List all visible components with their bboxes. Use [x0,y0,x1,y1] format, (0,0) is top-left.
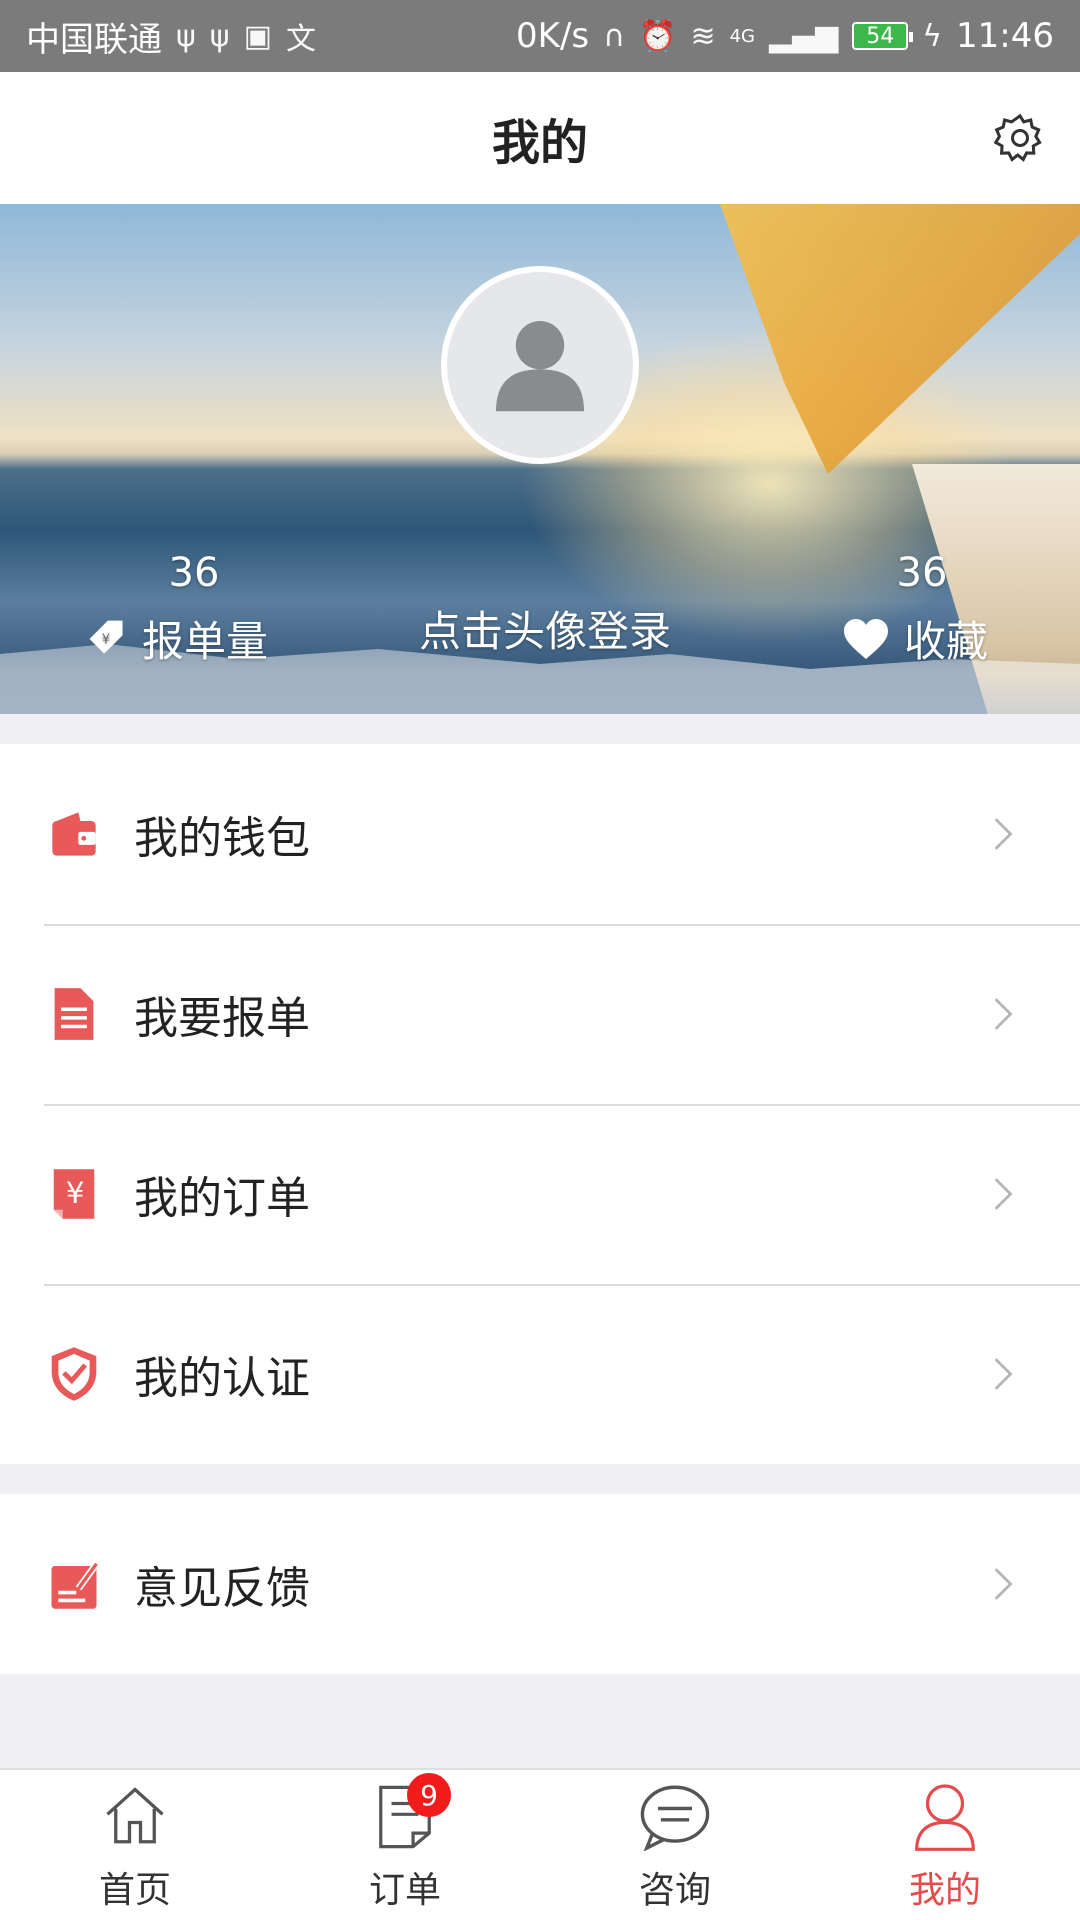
menu-item-certification[interactable]: 我的认证 [0,1284,1080,1464]
menu-item-feedback[interactable]: 意见反馈 [0,1494,1080,1674]
default-user-icon [496,321,584,412]
tab-profile[interactable]: 我的 [810,1770,1080,1920]
signal-icon: ▂▄▆ [769,18,839,54]
menu-label-my-orders: 我的订单 [134,1173,310,1224]
heart-icon [844,618,888,659]
menu-label-feedback: 意见反馈 [134,1563,310,1614]
clock: 11:46 [956,16,1054,56]
document-icon [46,986,102,1042]
menu-item-submit-order[interactable]: 我要报单 [0,924,1080,1104]
usb-icon: ψ [176,18,196,54]
menu-item-my-orders[interactable]: ¥ 我的订单 [0,1104,1080,1284]
battery-level: 54 [866,23,895,49]
order-count-stat[interactable]: 36 ¥ 报单量 [84,550,304,669]
menu-label-wallet: 我的钱包 [134,813,310,864]
favorites-label-row: 收藏 [842,608,1002,669]
wallet-icon [46,806,102,862]
usb-icon-2: ψ [209,18,230,54]
menu-group-secondary: 意见反馈 [0,1494,1080,1674]
login-prompt[interactable]: 点击头像登录 [380,598,710,659]
yuan-order-icon: ¥ [46,1166,102,1222]
user-icon [905,1777,985,1857]
shield-check-icon [46,1346,102,1402]
wifi-icon: ≋ [690,18,716,54]
price-tag-icon: ¥ [89,620,123,654]
charging-icon: ϟ [922,18,943,54]
bottom-tab-bar: 首页 9 订单 咨询 我的 [0,1768,1080,1920]
chevron-right-icon [972,984,1032,1044]
tab-orders[interactable]: 9 订单 [270,1770,540,1920]
status-right: 0K/s ∩ ⏰ ≋ 4G ▂▄▆ 54 ϟ 11:46 [516,16,1054,56]
order-count-label-row: ¥ 报单量 [84,608,304,669]
chevron-right-icon [972,1164,1032,1224]
chevron-right-icon [972,804,1032,864]
gear-icon [993,113,1042,162]
status-left: 中国联通 ψ ψ ▣ 文 [26,12,316,61]
tab-label-home: 首页 [98,1870,171,1911]
page-title: 我的 [491,115,588,171]
tab-label-profile: 我的 [908,1870,981,1911]
settings-button[interactable] [990,108,1050,168]
battery-icon: 54 [852,22,914,50]
favorites-label: 收藏 [904,617,989,666]
headphones-icon: ∩ [603,18,626,54]
translate-icon: 文 [285,22,316,57]
carrier-label: 中国联通 [26,19,162,60]
avatar[interactable] [441,266,639,464]
svg-text:¥: ¥ [102,632,110,647]
menu-label-certification: 我的认证 [134,1353,310,1404]
menu-label-submit-order: 我要报单 [134,993,310,1044]
tab-label-consult: 咨询 [638,1870,711,1911]
menu-item-wallet[interactable]: 我的钱包 [0,744,1080,924]
home-icon [95,1777,175,1857]
order-icon: 9 [365,1773,451,1857]
tab-label-orders: 订单 [368,1870,441,1911]
tab-consult[interactable]: 咨询 [540,1770,810,1920]
page-header: 我的 [0,72,1080,204]
orders-badge: 9 [407,1773,451,1817]
chevron-right-icon [972,1554,1032,1614]
feedback-icon [46,1556,102,1612]
network-type: 4G [729,25,755,47]
status-bar: 中国联通 ψ ψ ▣ 文 0K/s ∩ ⏰ ≋ 4G ▂▄▆ 54 ϟ 11:4… [0,0,1080,72]
svg-text:¥: ¥ [66,1176,85,1210]
menu-group-primary: 我的钱包 我要报单 ¥ 我的订单 我的认证 [0,744,1080,1464]
favorites-stat[interactable]: 36 收藏 [842,550,1002,669]
chevron-right-icon [972,1344,1032,1404]
favorites-value: 36 [896,550,948,596]
app-notification-icon: ▣ [243,18,272,54]
order-count-label: 报单量 [142,617,269,666]
order-count-value: 36 [168,550,220,596]
chat-icon [635,1777,715,1857]
alarm-icon: ⏰ [639,18,677,54]
tab-home[interactable]: 首页 [0,1770,270,1920]
net-speed: 0K/s [516,16,590,56]
